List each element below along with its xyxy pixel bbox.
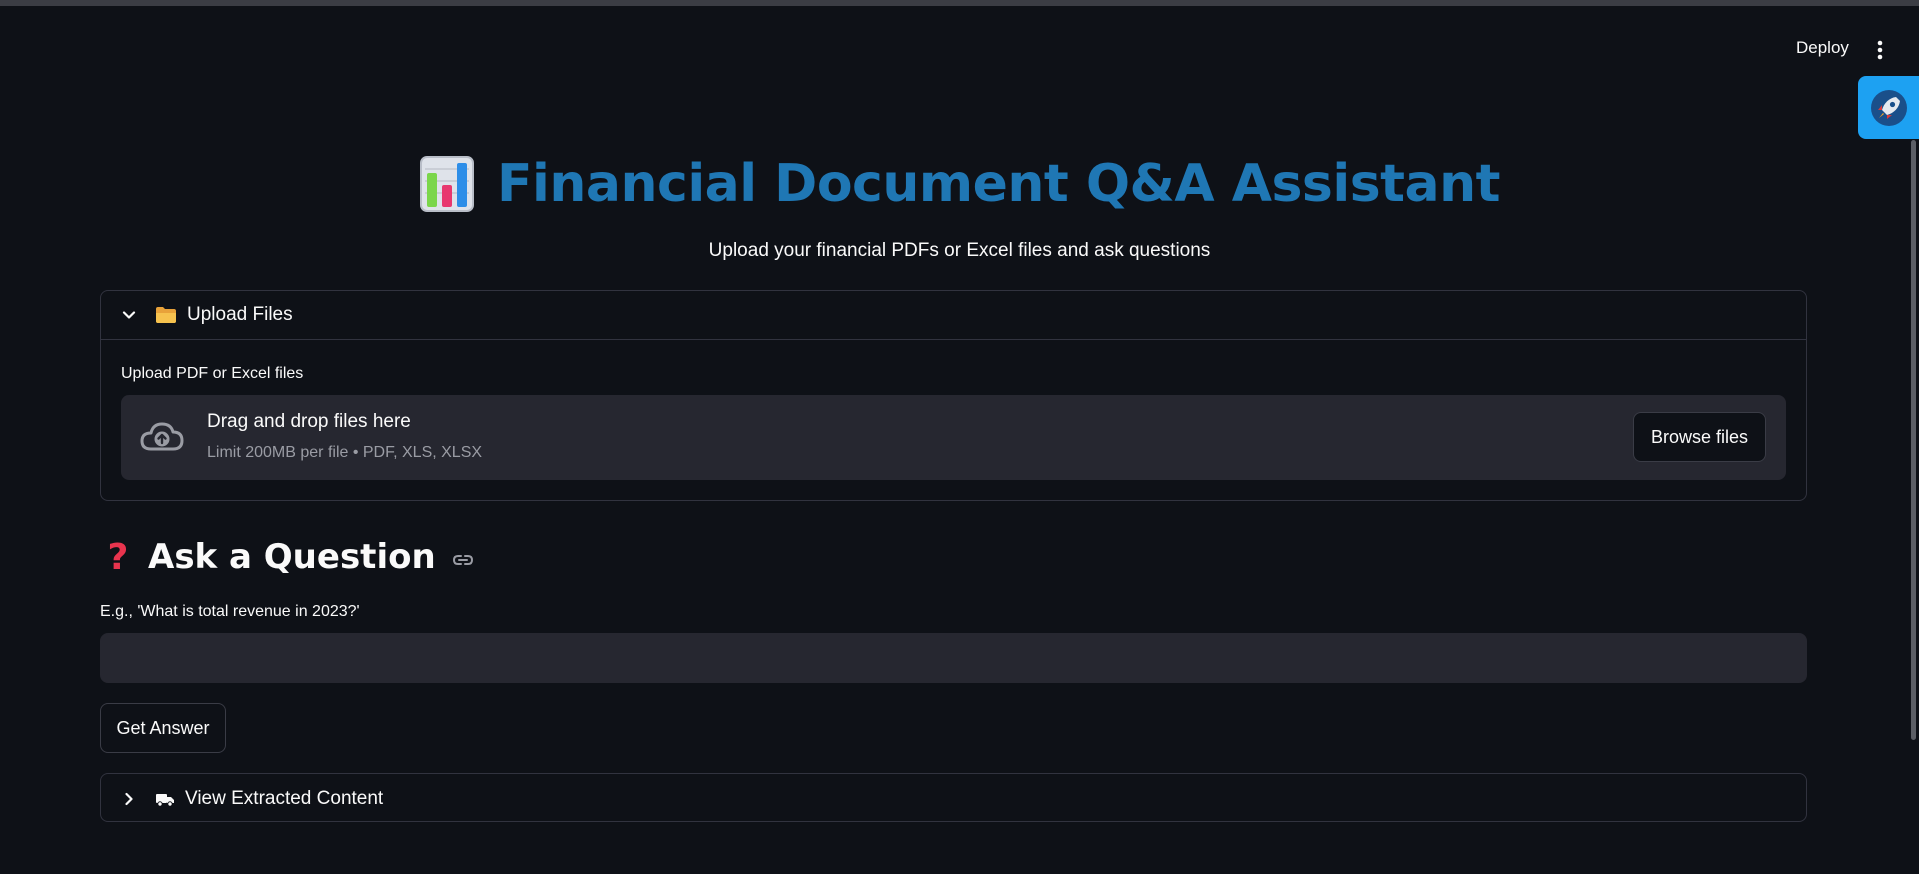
folder-icon (156, 307, 176, 323)
main-menu-button[interactable] (1866, 34, 1894, 66)
extracted-content-expander-label: View Extracted Content (185, 787, 384, 809)
get-answer-button[interactable]: Get Answer (100, 703, 226, 753)
cloud-upload-icon (140, 422, 184, 451)
ask-question-heading-text: Ask a Question (148, 537, 436, 577)
question-input[interactable] (100, 633, 1807, 683)
chevron-down-icon (122, 311, 136, 319)
extracted-content-expander: View Extracted Content (100, 773, 1807, 822)
chevron-right-icon (125, 792, 133, 805)
dropzone-limit-text: Limit 200MB per file • PDF, XLS, XLSX (207, 444, 483, 461)
page-title: Financial Document Q&A Assistant (0, 148, 1919, 220)
question-mark-icon: ? (107, 536, 129, 578)
deploy-button[interactable]: Deploy (1782, 32, 1863, 64)
ask-question-heading: ? Ask a Question (104, 532, 474, 582)
upload-files-expander: Upload Files Upload PDF or Excel files D… (100, 290, 1807, 501)
link-icon[interactable] (452, 549, 474, 571)
rocket-launch-tab[interactable] (1858, 76, 1919, 139)
truck-icon (156, 793, 174, 807)
file-dropzone[interactable]: Drag and drop files here Limit 200MB per… (121, 395, 1786, 480)
question-input-label: E.g., 'What is total revenue in 2023?' (100, 603, 360, 620)
browse-files-button[interactable]: Browse files (1633, 412, 1766, 462)
upload-files-expander-header[interactable]: Upload Files (101, 291, 1806, 340)
file-uploader-label: Upload PDF or Excel files (121, 365, 304, 382)
upload-files-expander-label: Upload Files (187, 304, 293, 325)
more-vertical-icon (1877, 40, 1883, 60)
app-header: Deploy (0, 6, 1919, 66)
rocket-icon (1870, 89, 1907, 126)
bar-chart-icon (420, 156, 475, 212)
page-title-text: Financial Document Q&A Assistant (497, 154, 1500, 214)
page-scrollbar[interactable] (1911, 140, 1916, 740)
page-subtitle: Upload your financial PDFs or Excel file… (708, 240, 1211, 261)
dropzone-instructions: Drag and drop files here (207, 411, 411, 432)
extracted-content-expander-header[interactable]: View Extracted Content (101, 774, 1806, 823)
